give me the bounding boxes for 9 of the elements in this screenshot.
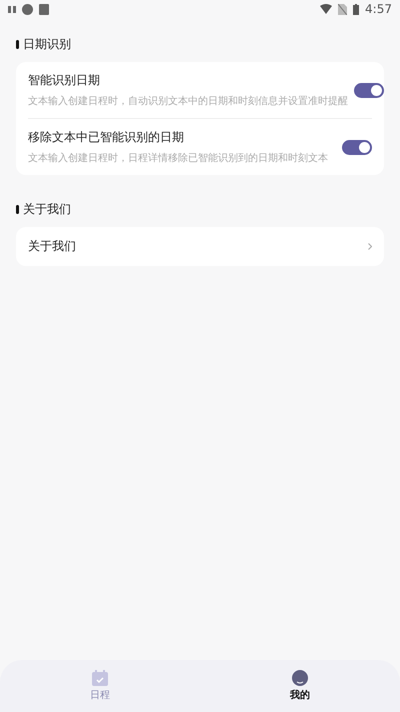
- link-label[interactable]: 关于我们: [28, 238, 362, 255]
- setting-label: 智能识别日期: [28, 72, 101, 89]
- clock-time: 4:57: [365, 2, 392, 16]
- section-title: 关于我们: [23, 201, 71, 218]
- setting-description: 文本输入创建日程时，自动识别文本中的日期和时刻信息并设置准时提醒: [28, 94, 348, 108]
- section-title: 日期识别: [23, 36, 71, 53]
- setting-label: 移除文本中已智能识别的日期: [28, 129, 185, 146]
- setting-description: 文本输入创建日程时，日程详情移除已智能识别到的日期和时刻文本: [28, 152, 329, 165]
- nav-tab[interactable]: 我的: [200, 660, 400, 712]
